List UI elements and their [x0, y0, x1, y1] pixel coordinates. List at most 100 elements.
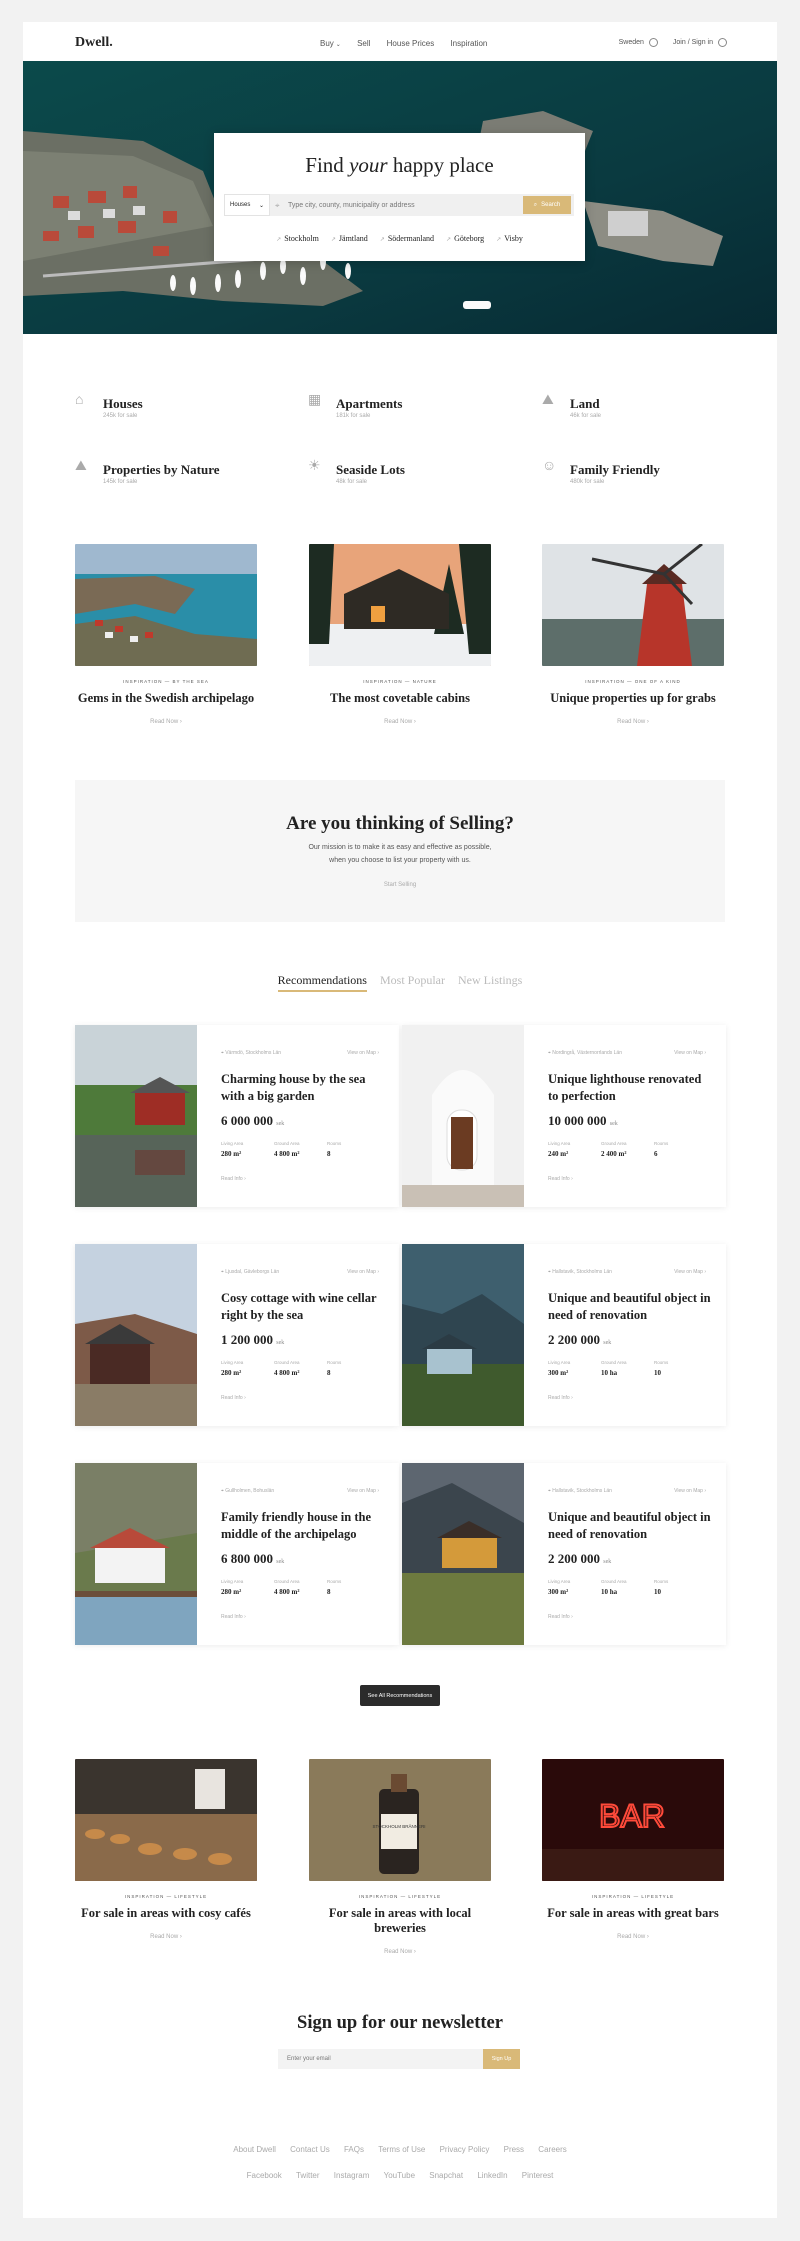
footer-link[interactable]: Terms of Use — [378, 2145, 425, 2154]
listing-card[interactable]: ⌖ Ljusdal, Gävleborgs Län View on Map › … — [75, 1244, 399, 1426]
category-houses[interactable]: ⌂ Houses 245k for sale — [75, 390, 255, 426]
view-on-map-link[interactable]: View on Map › — [347, 1269, 379, 1275]
listing-card[interactable]: ⌖ Värmdö, Stockholms Län View on Map › C… — [75, 1025, 399, 1207]
category-family[interactable]: ☺ Family Friendly 480k for sale — [542, 456, 722, 492]
nav-inspiration[interactable]: Inspiration — [450, 39, 487, 48]
footer-link[interactable]: Press — [504, 2145, 524, 2154]
sun-icon: ☀ — [308, 457, 321, 473]
footer-link[interactable]: Careers — [538, 2145, 566, 2154]
nature-icon: ⛰ — [75, 457, 87, 473]
view-on-map-link[interactable]: View on Map › — [674, 1488, 706, 1494]
archipelago-image — [75, 544, 257, 666]
globe-icon[interactable] — [648, 38, 658, 47]
city-link[interactable]: Stockholm — [276, 234, 319, 243]
inspiration-card[interactable]: Inspiration — One of a kind Unique prope… — [542, 544, 724, 725]
read-now-link[interactable]: Read Now › — [542, 719, 724, 725]
tab-most-popular[interactable]: Most Popular — [380, 973, 445, 990]
chevron-down-icon: ⌄ — [335, 42, 341, 48]
search-input[interactable]: ⌖ Type city, county, municipality or add… — [270, 201, 523, 210]
read-info-link[interactable]: Read Info › — [548, 1395, 573, 1401]
listing-card[interactable]: ⌖ Hallstavik, Stockholms Län View on Map… — [402, 1244, 726, 1426]
popular-cities: Stockholm Jämtland Södermanland Göteborg… — [214, 234, 585, 243]
country-selector[interactable]: Sweden — [619, 39, 644, 46]
read-now-link[interactable]: Read Now › — [309, 719, 491, 725]
read-info-link[interactable]: Read Info › — [221, 1176, 246, 1182]
listing-image — [75, 1025, 197, 1207]
footer-link[interactable]: Privacy Policy — [440, 2145, 490, 2154]
city-link[interactable]: Jämtland — [331, 234, 368, 243]
city-link[interactable]: Södermanland — [380, 234, 434, 243]
lifestyle-card[interactable]: Inspiration — Lifestyle For sale in area… — [75, 1759, 257, 1940]
social-link[interactable]: Facebook — [247, 2171, 282, 2180]
listing-image — [75, 1463, 197, 1645]
category-apartments[interactable]: ▦ Apartments 181k for sale — [308, 390, 488, 426]
sign-up-button[interactable]: Sign Up — [483, 2049, 520, 2069]
search-icon: ⌕ — [533, 201, 538, 208]
social-link[interactable]: Pinterest — [522, 2171, 554, 2180]
listing-card[interactable]: ⌖ Gullholmen, Bohuslän View on Map › Fam… — [75, 1463, 399, 1645]
nav-house-prices[interactable]: House Prices — [387, 39, 435, 48]
inspiration-card[interactable]: Inspiration — By the sea Gems in the Swe… — [75, 544, 257, 725]
read-info-link[interactable]: Read Info › — [221, 1395, 246, 1401]
tab-recommendations[interactable]: Recommendations — [277, 973, 367, 992]
social-link[interactable]: Snapchat — [429, 2171, 463, 2180]
view-on-map-link[interactable]: View on Map › — [347, 1050, 379, 1056]
listing-image — [402, 1244, 524, 1426]
brewery-image: STOCKHOLM BRÄNNERI — [309, 1759, 491, 1881]
read-info-link[interactable]: Read Info › — [221, 1614, 246, 1620]
family-icon: ☺ — [542, 457, 557, 473]
lifestyle-card[interactable]: BAR Inspiration — Lifestyle For sale in … — [542, 1759, 724, 1940]
category-seaside[interactable]: ☀ Seaside Lots 48k for sale — [308, 456, 488, 492]
footer-link[interactable]: Contact Us — [290, 2145, 330, 2154]
listing-card[interactable]: ⌖ Nordingrå, Västernorrlands Län View on… — [402, 1025, 726, 1207]
inspiration-card[interactable]: Inspiration — Nature The most covetable … — [309, 544, 491, 725]
social-link[interactable]: Instagram — [334, 2171, 370, 2180]
start-selling-link[interactable]: Start Selling — [75, 882, 725, 888]
read-now-link[interactable]: Read Now › — [75, 719, 257, 725]
search-button[interactable]: ⌕ Search — [523, 196, 571, 214]
read-now-link[interactable]: Read Now › — [75, 1934, 257, 1940]
footer-link[interactable]: FAQs — [344, 2145, 364, 2154]
logo[interactable]: Dwell. — [75, 35, 113, 51]
view-on-map-link[interactable]: View on Map › — [347, 1488, 379, 1494]
listing-tabs: Recommendations Most Popular New Listing… — [23, 973, 777, 992]
building-icon: ▦ — [308, 391, 322, 407]
footer-social: Facebook Twitter Instagram YouTube Snapc… — [23, 2171, 777, 2180]
listing-image — [402, 1025, 524, 1207]
bar-sign: BAR — [599, 1798, 665, 1834]
bar-image: BAR — [542, 1759, 724, 1881]
listing-image — [75, 1244, 197, 1426]
user-icon[interactable] — [718, 38, 727, 47]
category-land[interactable]: ⛰ Land 46k for sale — [542, 390, 722, 426]
view-on-map-link[interactable]: View on Map › — [674, 1269, 706, 1275]
read-info-link[interactable]: Read Info › — [548, 1176, 573, 1182]
hero-title: Find your happy place — [305, 153, 494, 177]
lifestyle-card[interactable]: STOCKHOLM BRÄNNERI Inspiration — Lifesty… — [309, 1759, 491, 1955]
social-link[interactable]: LinkedIn — [477, 2171, 507, 2180]
read-info-link[interactable]: Read Info › — [548, 1614, 573, 1620]
city-link[interactable]: Göteborg — [446, 234, 484, 243]
see-all-button[interactable]: See All Recommendations — [360, 1685, 440, 1706]
newsletter-form: Enter your email Sign Up — [278, 2049, 520, 2069]
read-now-link[interactable]: Read Now › — [542, 1934, 724, 1940]
tab-new-listings[interactable]: New Listings — [458, 973, 522, 990]
header-right: Sweden Join / Sign in — [619, 38, 727, 47]
social-link[interactable]: YouTube — [384, 2171, 415, 2180]
view-on-map-link[interactable]: View on Map › — [674, 1050, 706, 1056]
landscape-icon: ⛰ — [542, 391, 554, 407]
category-nature[interactable]: ⛰ Properties by Nature 145k for sale — [75, 456, 255, 492]
read-now-link[interactable]: Read Now › — [309, 1949, 491, 1955]
chevron-down-icon: ⌄ — [258, 202, 264, 209]
sign-in-link[interactable]: Join / Sign in — [673, 39, 713, 46]
nav-buy[interactable]: Buy — [320, 39, 334, 48]
listing-image — [402, 1463, 524, 1645]
nav-sell[interactable]: Sell — [357, 39, 370, 48]
email-field[interactable]: Enter your email — [278, 2049, 483, 2069]
search-panel: Find your happy place Houses ⌄ ⌖ Type cit… — [214, 133, 585, 261]
social-link[interactable]: Twitter — [296, 2171, 320, 2180]
listing-card[interactable]: ⌖ Hallstavik, Stockholms Län View on Map… — [402, 1463, 726, 1645]
main-nav: Buy ⌄ Sell House Prices Inspiration — [313, 39, 494, 48]
footer-link[interactable]: About Dwell — [233, 2145, 276, 2154]
city-link[interactable]: Visby — [496, 234, 523, 243]
property-type-select[interactable]: Houses ⌄ — [224, 194, 270, 216]
